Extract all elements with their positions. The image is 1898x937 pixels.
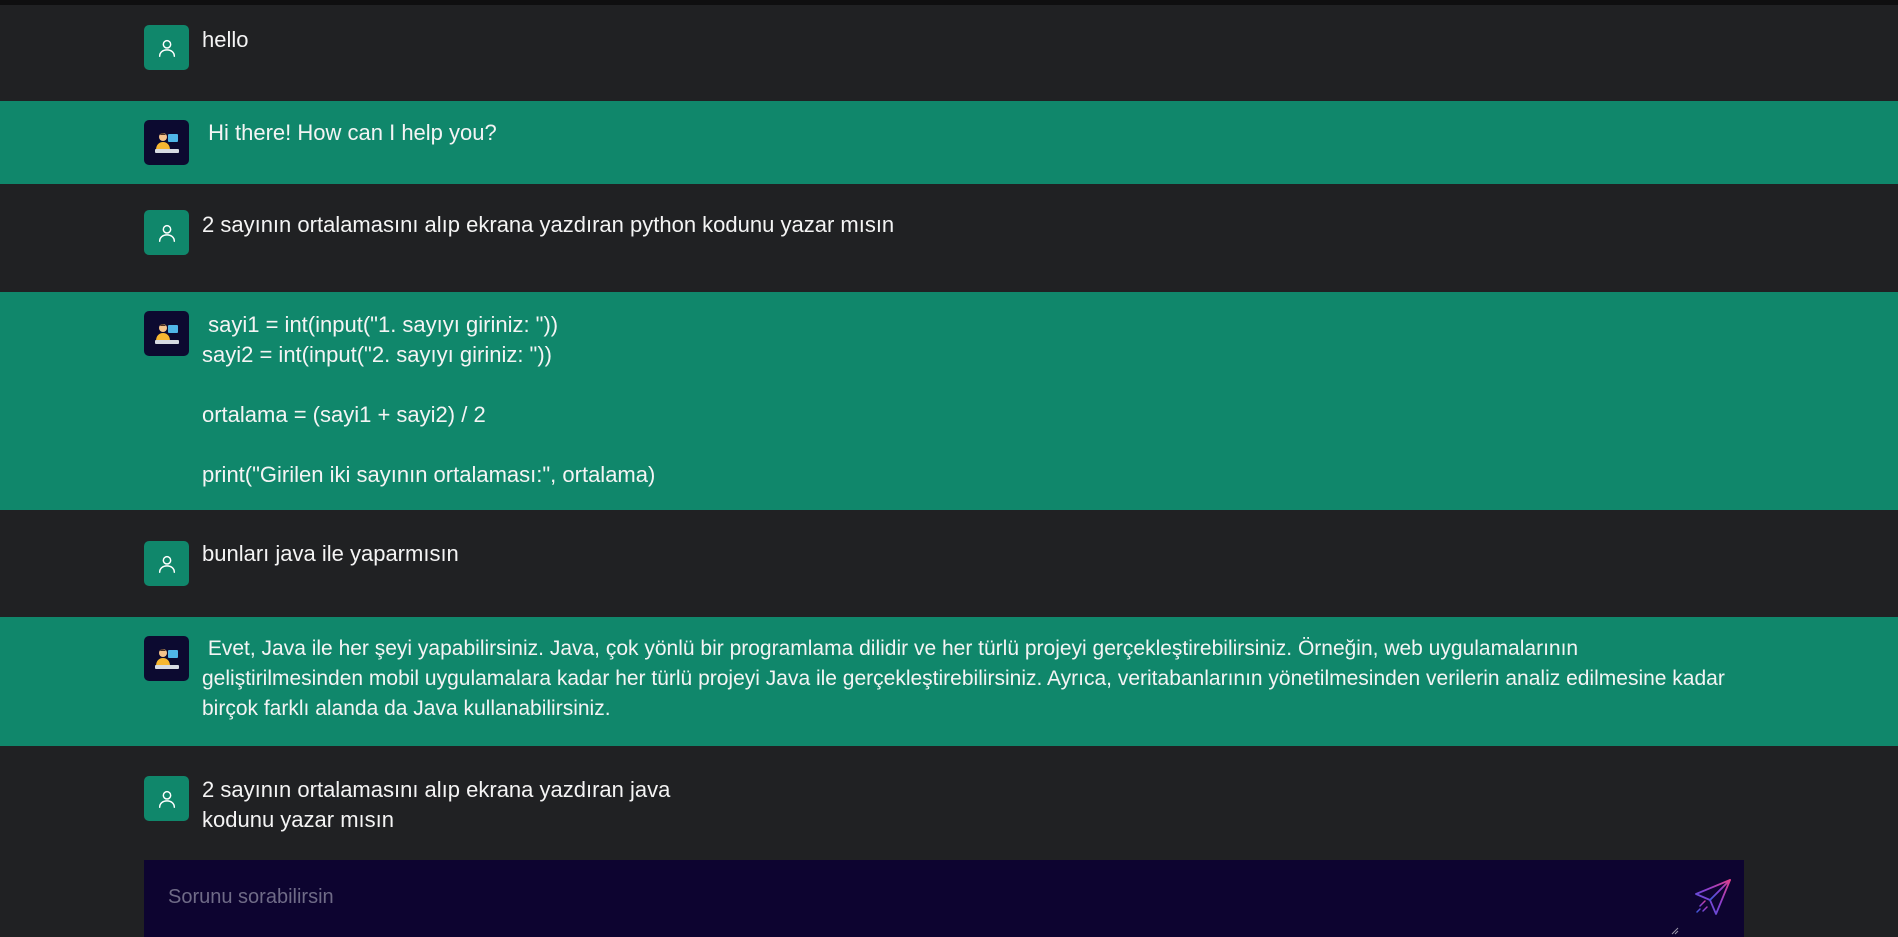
user-avatar xyxy=(144,541,189,586)
bot-avatar-icon xyxy=(154,323,179,344)
chat-message-bot: sayi1 = int(input("1. sayıyı giriniz: ")… xyxy=(0,292,1898,510)
message-composer xyxy=(144,860,1744,937)
bot-avatar-icon xyxy=(154,648,179,669)
message-text: hello xyxy=(202,27,249,52)
message-text: bunları java ile yaparmısın xyxy=(202,541,459,566)
send-button[interactable] xyxy=(1692,876,1734,918)
resize-grip-icon[interactable] xyxy=(1670,926,1679,935)
message-text: 2 sayının ortalamasını alıp ekrana yazdı… xyxy=(202,212,895,237)
user-avatar xyxy=(144,25,189,70)
bot-avatar xyxy=(144,636,189,681)
user-avatar xyxy=(144,210,189,255)
bot-avatar xyxy=(144,311,189,356)
user-icon xyxy=(158,790,175,808)
user-avatar xyxy=(144,776,189,821)
user-icon xyxy=(158,224,175,242)
message-text: Hi there! How can I help you? xyxy=(202,120,497,145)
chat-log: hello Hi there! How can I help you? 2 sa… xyxy=(0,5,1898,863)
chat-message-user: hello xyxy=(0,5,1898,101)
bot-avatar-icon xyxy=(154,132,179,153)
user-icon xyxy=(158,39,175,57)
bot-avatar xyxy=(144,120,189,165)
message-text: sayi1 = int(input("1. sayıyı giriniz: ")… xyxy=(202,312,656,487)
chat-message-bot: Hi there! How can I help you? xyxy=(0,101,1898,184)
message-text: 2 sayının ortalamasını alıp ekrana yazdı… xyxy=(202,777,671,832)
chat-message-user: 2 sayının ortalamasını alıp ekrana yazdı… xyxy=(0,184,1898,292)
chat-message-bot: Evet, Java ile her şeyi yapabilirsiniz. … xyxy=(0,617,1898,746)
message-input[interactable] xyxy=(144,860,1664,937)
message-text: Evet, Java ile her şeyi yapabilirsiniz. … xyxy=(202,637,1731,720)
send-icon xyxy=(1695,879,1731,915)
chat-message-user: bunları java ile yaparmısın xyxy=(0,510,1898,617)
chat-message-user: 2 sayının ortalamasını alıp ekrana yazdı… xyxy=(0,746,1898,863)
user-icon xyxy=(158,555,175,573)
